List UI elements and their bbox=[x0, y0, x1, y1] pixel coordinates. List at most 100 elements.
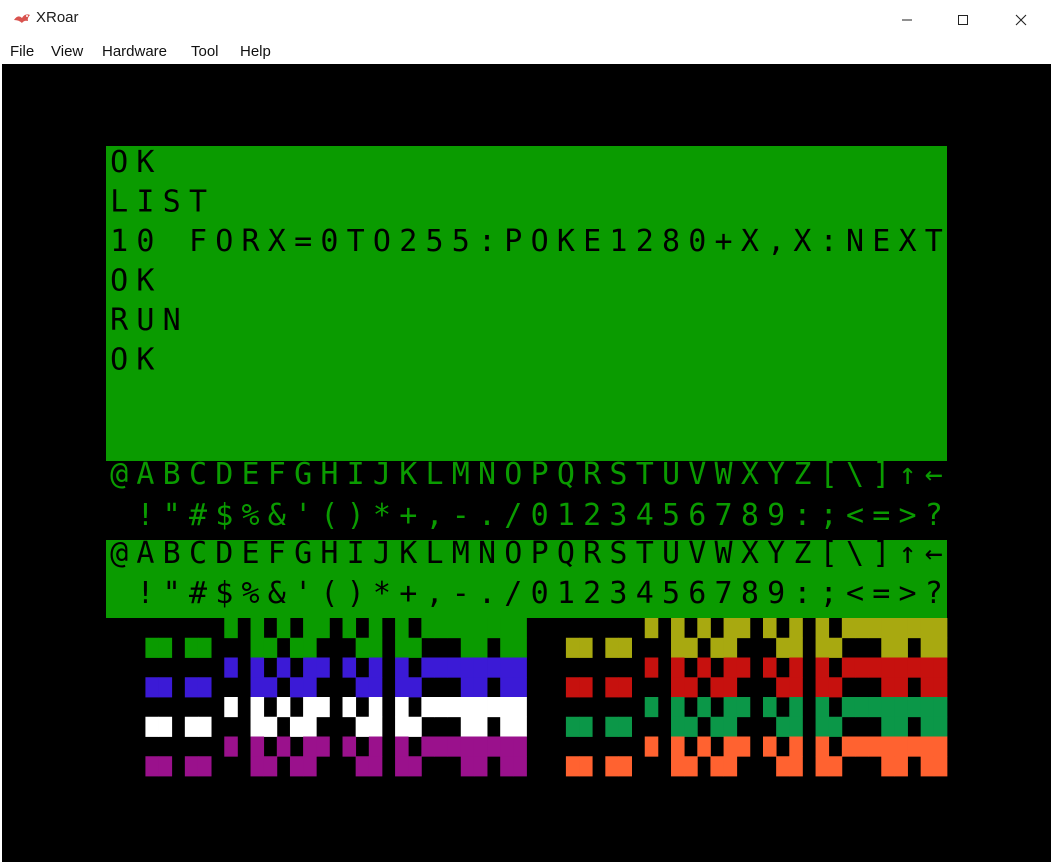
semigraphic-block bbox=[894, 756, 908, 777]
semigraphic-block bbox=[355, 716, 370, 737]
semigraphic-block bbox=[395, 716, 409, 737]
semigraphic-block bbox=[776, 637, 790, 658]
charset-row2-char: 6 bbox=[688, 498, 706, 533]
charset-row2-char: / bbox=[504, 498, 522, 533]
inverse-charset-row2-char: $ bbox=[215, 576, 233, 611]
inverse-charset-row2-char: * bbox=[373, 576, 391, 611]
charset-row2-char: & bbox=[268, 498, 286, 533]
semigraphic-block bbox=[828, 677, 843, 698]
screen-line-char: K bbox=[136, 343, 154, 378]
maximize-button[interactable] bbox=[937, 0, 989, 40]
semigraphic-block bbox=[933, 736, 948, 757]
semigraphic-block bbox=[841, 736, 856, 757]
semigraphic-block bbox=[854, 736, 869, 757]
inverse-charset-row2-char: , bbox=[425, 576, 443, 611]
inverse-charset-row1-char: ↑ bbox=[899, 536, 917, 571]
semigraphic-block bbox=[854, 697, 869, 718]
semigraphic-block bbox=[158, 756, 173, 777]
semigraphic-block bbox=[500, 657, 514, 678]
charset-row1-char: [ bbox=[820, 457, 838, 492]
semigraphic-block bbox=[881, 697, 895, 718]
semigraphic-block bbox=[368, 618, 383, 639]
semigraphic-block bbox=[736, 657, 751, 678]
semigraphic-block bbox=[500, 736, 514, 757]
close-button[interactable] bbox=[995, 0, 1047, 40]
screen-line-char: R bbox=[242, 224, 261, 259]
menu-hardware[interactable]: Hardware bbox=[102, 43, 167, 60]
semigraphic-block bbox=[224, 618, 238, 639]
semigraphic-block bbox=[710, 756, 724, 777]
semigraphic-block bbox=[907, 618, 922, 639]
semigraphic-block bbox=[684, 637, 698, 658]
semigraphic-block bbox=[644, 736, 659, 757]
semigraphic-block bbox=[513, 677, 527, 698]
semigraphic-block bbox=[250, 716, 265, 737]
emulator-canvas: O KL I S T1 0 F O R X = 0 T O 2 5 5: P O K E 1 2 8 0 + X, X: N E X TO KR… bbox=[2, 64, 1051, 862]
semigraphic-block bbox=[881, 756, 895, 777]
semigraphic-block bbox=[303, 637, 317, 658]
charset-row2-char: - bbox=[452, 498, 470, 533]
semigraphic-block bbox=[368, 637, 383, 658]
semigraphic-block bbox=[565, 677, 580, 698]
semigraphic-block bbox=[815, 697, 830, 718]
screen-line-char: O bbox=[215, 224, 233, 259]
semigraphic-block bbox=[789, 618, 803, 639]
title-bar[interactable]: XRoar bbox=[0, 0, 1053, 41]
charset-row2-char: $ bbox=[215, 498, 233, 533]
charset-row1-char: E bbox=[242, 457, 260, 492]
semigraphic-block bbox=[697, 697, 711, 718]
semigraphic-block bbox=[671, 756, 685, 777]
semigraphic-block bbox=[224, 657, 238, 678]
screen-line-char: 2 bbox=[399, 224, 417, 259]
semigraphic-block bbox=[500, 677, 514, 698]
screen-line-char: P bbox=[504, 224, 522, 259]
charset-row1-char: K bbox=[399, 457, 417, 492]
charset-row2-char: = bbox=[872, 498, 890, 533]
semigraphic-block bbox=[434, 618, 449, 639]
inverse-charset-row1-char: M bbox=[452, 536, 470, 571]
menu-file[interactable]: File bbox=[10, 43, 34, 60]
semigraphic-block bbox=[395, 756, 409, 777]
semigraphic-block bbox=[513, 756, 527, 777]
inverse-charset-row1-char: O bbox=[504, 536, 522, 571]
semigraphic-block bbox=[776, 756, 790, 777]
inverse-charset-row2-char: # bbox=[189, 576, 207, 611]
menu-help[interactable]: Help bbox=[240, 43, 271, 60]
inverse-charset-row1-char: X bbox=[741, 536, 759, 571]
semigraphic-block bbox=[881, 716, 895, 737]
semigraphic-block bbox=[776, 677, 790, 698]
semigraphic-block bbox=[342, 657, 357, 678]
semigraphic-block bbox=[316, 657, 330, 678]
semigraphic-block bbox=[605, 637, 619, 658]
semigraphic-block bbox=[184, 716, 199, 737]
charset-row2-char: ; bbox=[820, 498, 838, 533]
inverse-charset-row1-char: C bbox=[189, 536, 207, 571]
minimize-button[interactable] bbox=[881, 0, 933, 40]
semigraphic-block bbox=[513, 716, 527, 737]
close-icon bbox=[1015, 14, 1027, 26]
charset-row1-char: M bbox=[452, 457, 470, 492]
semigraphic-block bbox=[368, 677, 383, 698]
semigraphic-block bbox=[828, 756, 843, 777]
semigraphic-block bbox=[395, 618, 409, 639]
charset-row1-char: \ bbox=[846, 457, 864, 492]
screen-line-char: X bbox=[741, 224, 759, 259]
inverse-charset-row1-char: T bbox=[636, 536, 654, 571]
semigraphic-block bbox=[723, 657, 738, 678]
charset-row2-char: ? bbox=[925, 498, 943, 533]
inverse-charset-row2-char: = bbox=[872, 576, 890, 611]
semigraphic-block bbox=[421, 618, 435, 639]
semigraphic-block bbox=[723, 756, 738, 777]
semigraphic-block bbox=[815, 618, 830, 639]
inverse-charset-row2-char: ( bbox=[320, 576, 338, 611]
menu-view[interactable]: View bbox=[51, 43, 83, 60]
menu-tool[interactable]: Tool bbox=[191, 43, 219, 60]
screen-line-char: K bbox=[136, 264, 154, 299]
charset-row1-char: Z bbox=[793, 457, 811, 492]
semigraphic-block bbox=[815, 677, 830, 698]
emulator-display[interactable]: O K L I S T 1 0 F O R X = 0 T O 2 5 5: P O K E 1 2 8 0 + X, X: N E X T O K R… bbox=[2, 64, 1051, 862]
semigraphic-block bbox=[487, 736, 501, 757]
charset-row1-char: V bbox=[688, 457, 706, 492]
inverse-charset-row1-char: \ bbox=[846, 536, 864, 571]
charset-row2-char: * bbox=[373, 498, 391, 533]
